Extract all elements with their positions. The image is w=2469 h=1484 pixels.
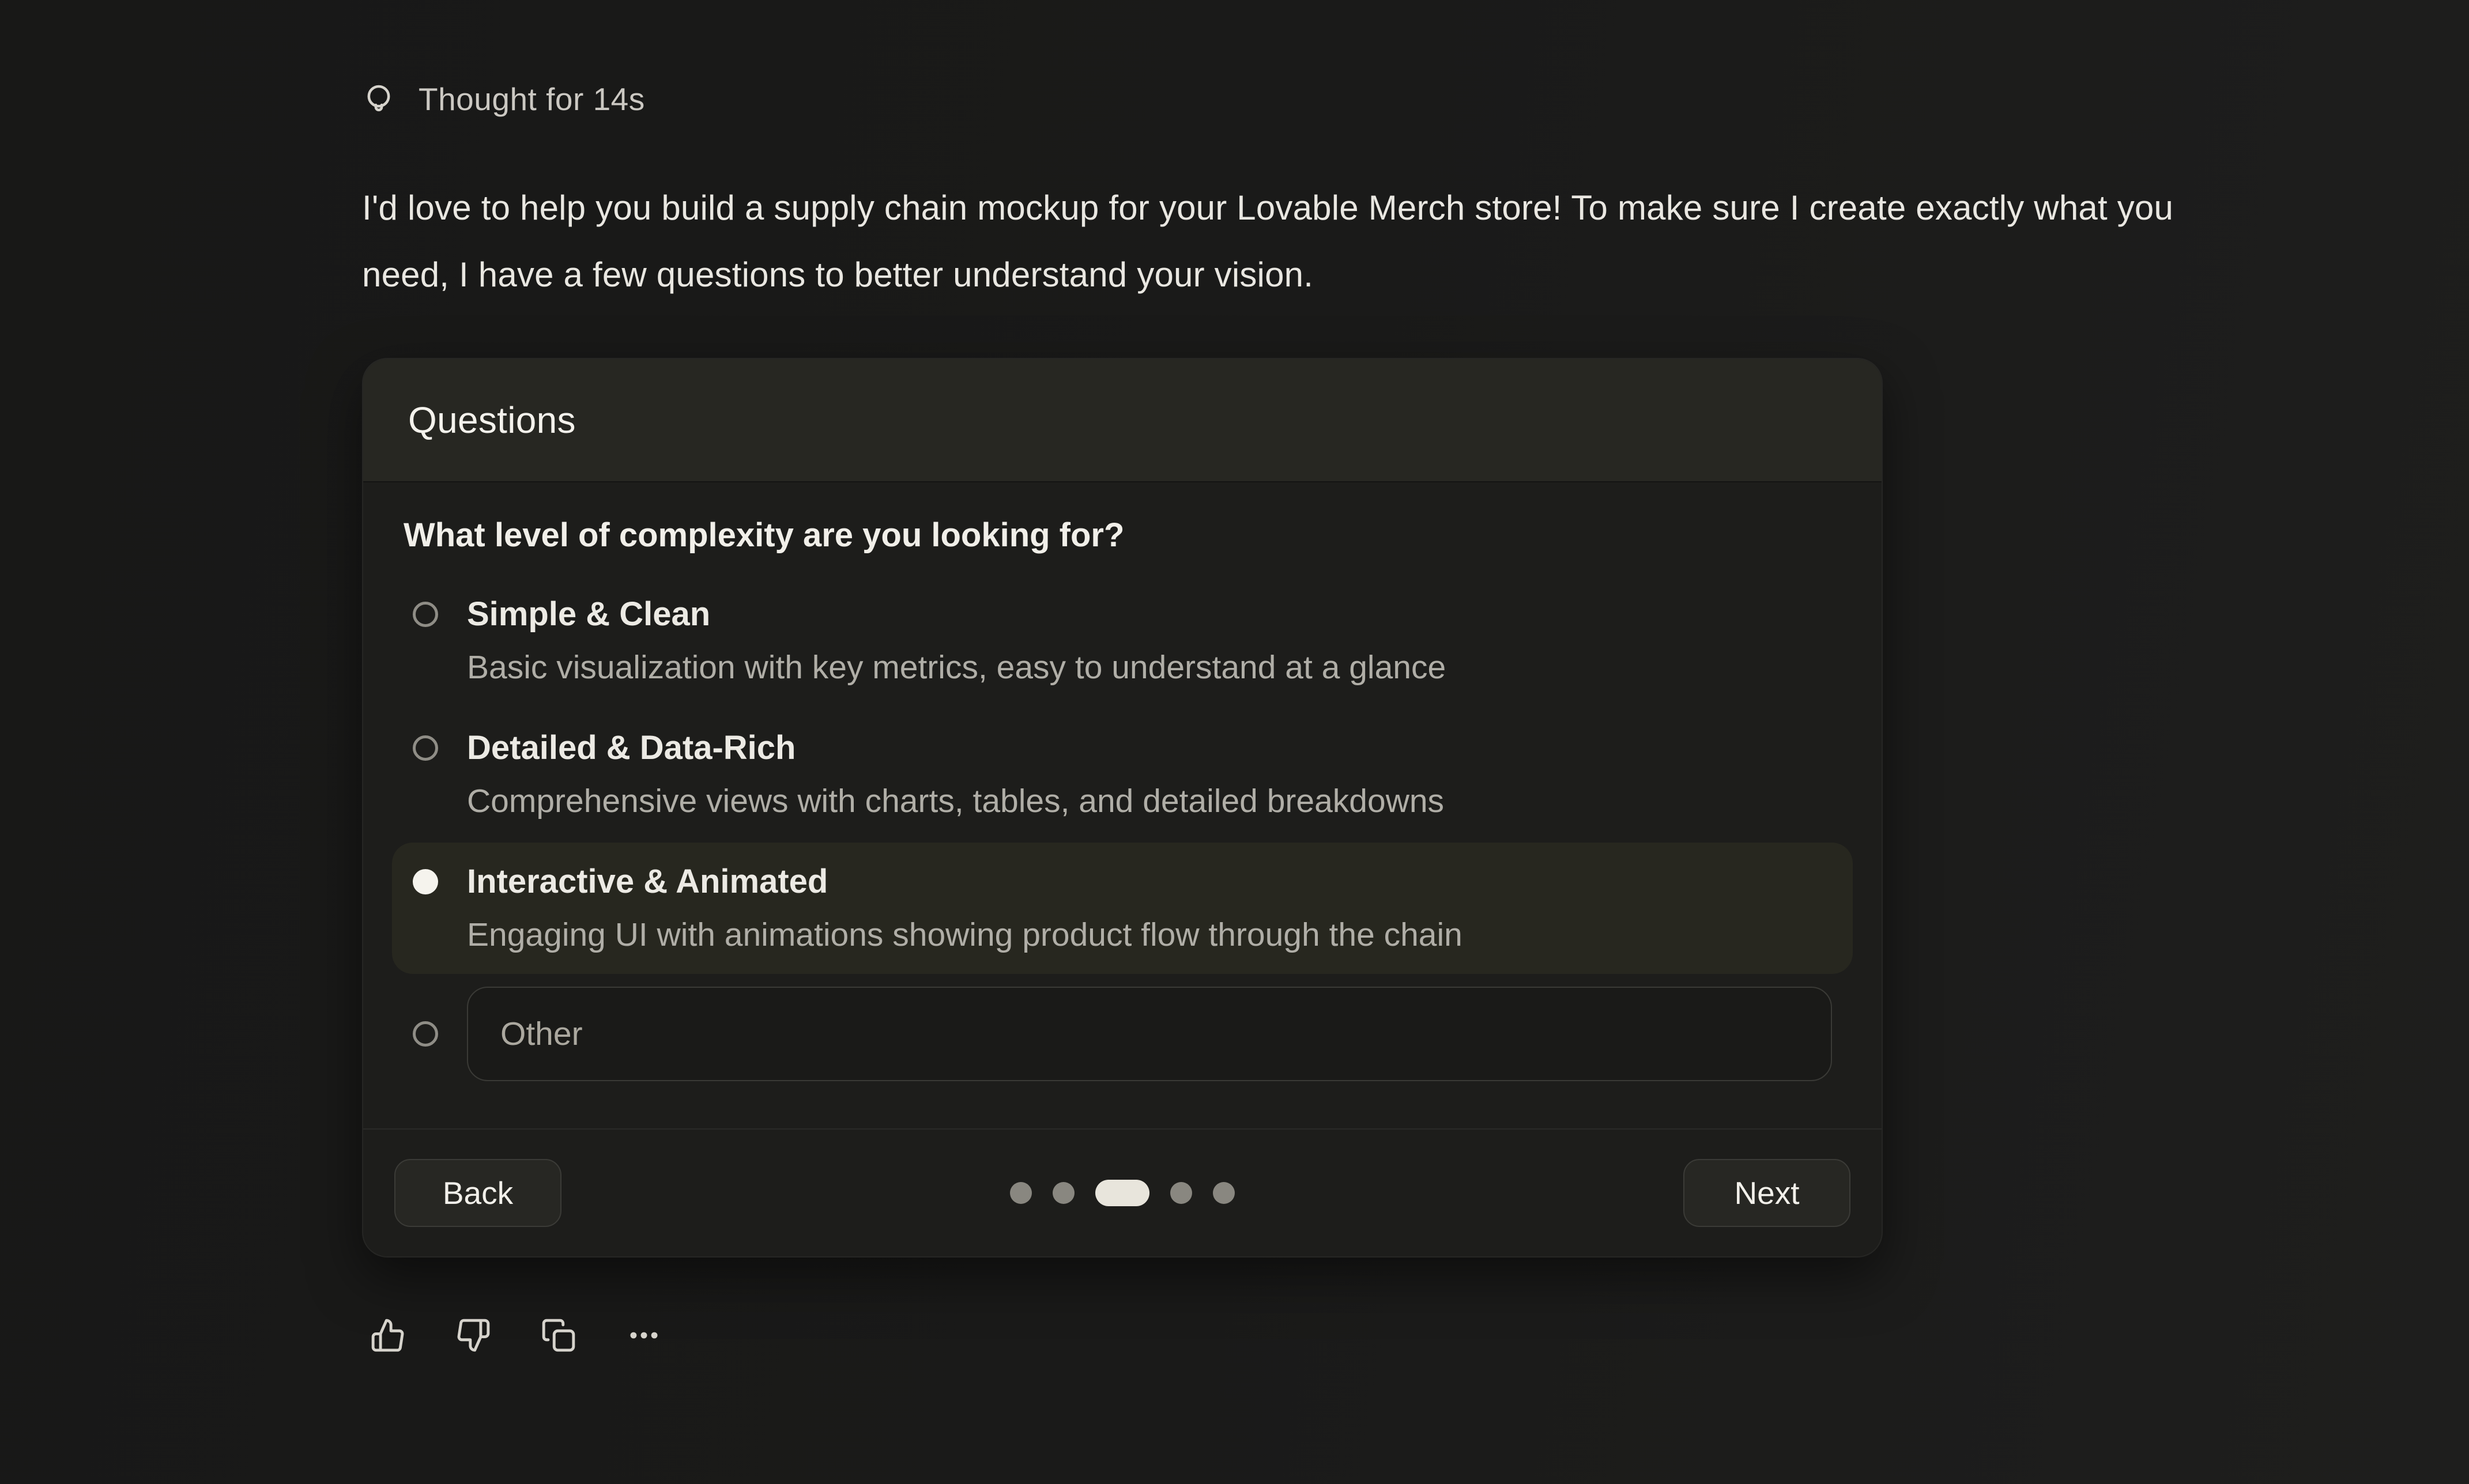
pagination-dot [1095, 1180, 1149, 1206]
thinking-duration-label: Thought for 14s [419, 81, 645, 118]
radio-icon[interactable] [413, 735, 438, 761]
back-button[interactable]: Back [394, 1159, 561, 1227]
option-simple-clean[interactable]: Simple & Clean Basic visualization with … [392, 575, 1853, 707]
option-description: Basic visualization with key metrics, ea… [467, 641, 1446, 694]
questions-card: Questions What level of complexity are y… [362, 358, 1883, 1258]
lightbulb-icon [362, 82, 395, 116]
copy-button[interactable] [540, 1316, 578, 1354]
assistant-message-block: Thought for 14s I'd love to help you bui… [362, 79, 2230, 1354]
question-text: What level of complexity are you looking… [404, 516, 1859, 554]
other-option-input[interactable] [467, 987, 1832, 1081]
option-other[interactable] [392, 976, 1853, 1081]
radio-icon[interactable] [413, 869, 438, 894]
thumbs-down-button[interactable] [454, 1316, 492, 1354]
option-text: Detailed & Data-Rich Comprehensive views… [467, 722, 1444, 828]
option-text: Simple & Clean Basic visualization with … [467, 588, 1446, 694]
questions-card-body: What level of complexity are you looking… [363, 482, 1882, 1128]
option-text: Interactive & Animated Engaging UI with … [467, 855, 1462, 961]
questions-card-header: Questions [363, 359, 1882, 482]
questions-card-footer: Back Next [363, 1128, 1882, 1256]
more-options-icon [626, 1317, 662, 1353]
more-options-button[interactable] [625, 1316, 663, 1354]
thumbs-down-icon [455, 1317, 491, 1353]
pagination-dot [1213, 1182, 1235, 1204]
option-interactive-animated[interactable]: Interactive & Animated Engaging UI with … [392, 843, 1853, 974]
thinking-summary[interactable]: Thought for 14s [362, 79, 2230, 119]
thumbs-up-icon [370, 1317, 406, 1353]
radio-icon[interactable] [413, 602, 438, 627]
next-button[interactable]: Next [1683, 1159, 1850, 1227]
option-label: Simple & Clean [467, 588, 1446, 641]
assistant-message-text: I'd love to help you build a supply chai… [362, 175, 2218, 308]
message-actions [362, 1316, 2230, 1354]
pagination-dot [1053, 1182, 1075, 1204]
copy-icon [541, 1317, 576, 1353]
option-description: Engaging UI with animations showing prod… [467, 908, 1462, 961]
option-label: Interactive & Animated [467, 855, 1462, 908]
card-title: Questions [408, 399, 576, 441]
pagination-dot [1170, 1182, 1192, 1204]
thumbs-up-button[interactable] [369, 1316, 407, 1354]
pagination-dot [1010, 1182, 1032, 1204]
option-detailed-data-rich[interactable]: Detailed & Data-Rich Comprehensive views… [392, 709, 1853, 840]
option-label: Detailed & Data-Rich [467, 722, 1444, 775]
option-description: Comprehensive views with charts, tables,… [467, 775, 1444, 828]
pagination-dots [1010, 1180, 1235, 1206]
radio-icon[interactable] [413, 1021, 438, 1047]
